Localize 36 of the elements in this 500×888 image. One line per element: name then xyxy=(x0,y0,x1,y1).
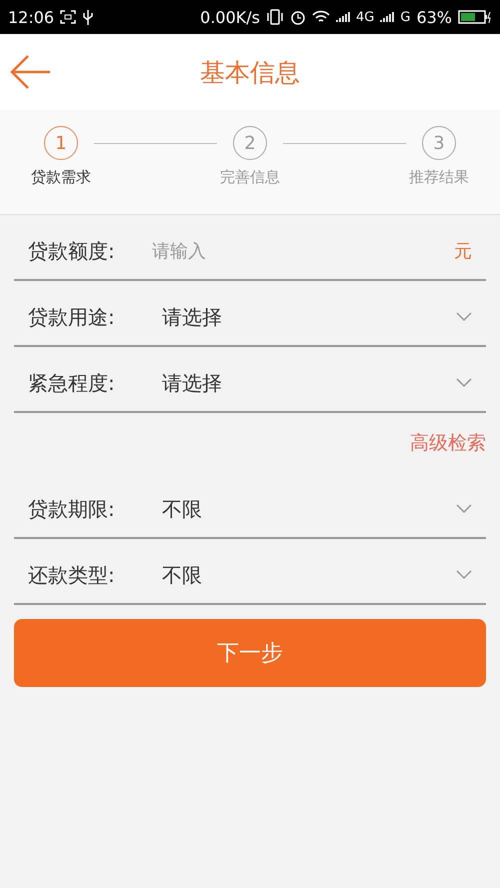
step-label: 贷款需求 xyxy=(31,168,91,187)
unit-label: 元 xyxy=(454,240,472,263)
vibrate-icon xyxy=(266,9,284,25)
chevron-down-icon[interactable] xyxy=(456,570,472,580)
alarm-icon xyxy=(290,9,306,25)
field-label: 贷款期限: xyxy=(28,496,116,522)
battery-charging-icon xyxy=(458,10,492,24)
battery-percent: 63% xyxy=(416,8,452,26)
select-value[interactable]: 请选择 xyxy=(150,304,456,330)
network-type: G xyxy=(400,10,410,24)
chevron-down-icon[interactable] xyxy=(456,378,472,388)
select-value[interactable]: 不限 xyxy=(150,562,456,588)
field-label: 贷款用途: xyxy=(28,304,116,330)
back-arrow-icon[interactable] xyxy=(10,54,52,90)
network-type: 4G xyxy=(356,10,374,24)
field-label: 贷款额度: xyxy=(28,238,116,264)
usb-icon xyxy=(82,9,94,25)
signal-icon xyxy=(380,11,394,23)
field-label: 紧急程度: xyxy=(28,370,116,396)
step-number: 2 xyxy=(233,126,267,160)
amount-input[interactable]: 请输入 xyxy=(150,240,454,262)
step-number: 3 xyxy=(422,126,456,160)
field-label: 还款类型: xyxy=(28,562,116,588)
step-label: 完善信息 xyxy=(220,168,280,187)
chevron-down-icon[interactable] xyxy=(456,312,472,322)
page-title: 基本信息 xyxy=(200,56,300,88)
signal-icon xyxy=(336,11,350,23)
select-value[interactable]: 不限 xyxy=(150,496,456,522)
clock-time: 12:06 xyxy=(8,8,54,26)
network-speed: 0.00K/s xyxy=(200,8,260,26)
screenshot-icon xyxy=(60,10,76,24)
wifi-icon xyxy=(312,10,330,24)
step-number: 1 xyxy=(44,126,78,160)
chevron-down-icon[interactable] xyxy=(456,504,472,514)
step-label: 推荐结果 xyxy=(409,168,469,187)
select-value[interactable]: 请选择 xyxy=(150,370,456,396)
